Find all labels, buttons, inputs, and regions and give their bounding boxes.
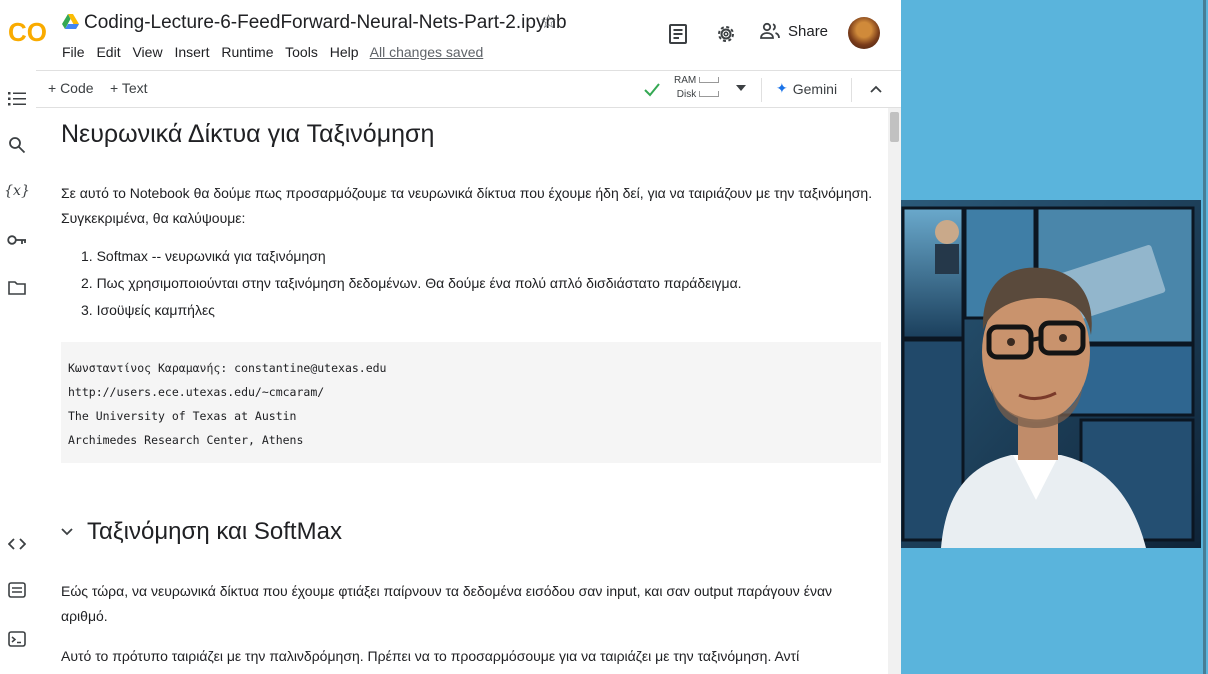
ram-label: RAM — [674, 75, 697, 86]
code-line: The University of Texas at Austin — [68, 409, 297, 423]
notebook-content[interactable]: Νευρωνικά Δίκτυα για Ταξινόμηση Σε αυτό … — [36, 108, 888, 674]
section-heading[interactable]: Ταξινόμηση και SoftMax — [61, 518, 342, 546]
toolbar-divider — [851, 78, 852, 102]
left-sidebar: {x} — [0, 70, 36, 674]
menu-view[interactable]: View — [132, 44, 162, 60]
terminal-icon[interactable] — [6, 628, 28, 650]
presenter-video — [901, 200, 1201, 548]
disk-label: Disk — [676, 89, 697, 100]
section-title: Ταξινόμηση και SoftMax — [87, 518, 342, 545]
chevron-up-icon[interactable] — [869, 84, 883, 94]
sparkle-icon: ✦ — [776, 80, 788, 96]
save-status-link[interactable]: All changes saved — [370, 44, 484, 60]
gemini-label: Gemini — [792, 80, 838, 97]
intro-paragraph: Σε αυτό το Notebook θα δούμε πως προσαρμ… — [61, 185, 873, 226]
add-text-button[interactable]: + Text — [110, 80, 148, 96]
chevron-down-icon[interactable] — [61, 528, 73, 536]
command-palette-icon[interactable] — [6, 579, 28, 601]
menu-tools[interactable]: Tools — [285, 44, 318, 60]
scrollbar-thumb[interactable] — [890, 112, 899, 142]
add-code-button[interactable]: + Code — [48, 80, 94, 96]
vertical-scrollbar[interactable] — [888, 108, 901, 674]
share-label: Share — [788, 22, 829, 40]
variables-icon[interactable]: {x} — [4, 180, 30, 202]
star-icon[interactable]: ☆ — [540, 11, 557, 34]
key-icon[interactable] — [6, 229, 28, 251]
menu-insert[interactable]: Insert — [174, 44, 209, 60]
notebook-title[interactable]: Coding-Lecture-6-FeedForward-Neural-Nets… — [84, 12, 567, 34]
toolbar-divider — [761, 78, 762, 102]
code-snippets-icon[interactable] — [6, 533, 28, 555]
menu-bar: File Edit View Insert Runtime Tools Help… — [62, 44, 491, 60]
logo-text: CO — [8, 17, 47, 47]
search-icon[interactable] — [6, 134, 28, 156]
section-paragraph: Αυτό το πρότυπο ταιριάζει με την παλινδρ… — [61, 648, 800, 664]
menu-help[interactable]: Help — [330, 44, 359, 60]
code-line: Κωνσταντίνος Καραμανής: constantine@utex… — [68, 361, 387, 375]
comments-icon[interactable] — [666, 22, 690, 46]
share-button[interactable]: Share — [760, 22, 828, 40]
top-bar: CO Coding-Lecture-6-FeedForward-Neural-N… — [0, 0, 901, 70]
settings-gear-icon[interactable] — [714, 22, 738, 46]
runtime-dropdown-icon[interactable] — [736, 85, 746, 91]
list-item: 1. Softmax -- νευρωνικά για ταξινόμηση — [81, 248, 326, 264]
code-line: Archimedes Research Center, Athens — [68, 433, 304, 447]
right-frame-edge — [1203, 0, 1206, 674]
topics-list: 1. Softmax -- νευρωνικά για ταξινόμηση 2… — [81, 243, 742, 324]
colab-logo[interactable]: CO — [8, 17, 48, 47]
gemini-button[interactable]: ✦ Gemini — [776, 80, 837, 97]
folder-icon[interactable] — [6, 276, 28, 298]
presenter-video-image — [901, 200, 1201, 548]
disk-bar — [699, 91, 720, 98]
list-item: 3. Ισοϋψείς καμπήλες — [81, 302, 215, 318]
resource-monitor[interactable]: RAM Disk — [674, 74, 720, 102]
code-line: http://users.ece.utexas.edu/~cmcaram/ — [68, 385, 325, 399]
section-paragraph: Εώς τώρα, να νευρωνικά δίκτυα που έχουμε… — [61, 583, 833, 624]
people-icon — [760, 22, 780, 39]
google-drive-icon[interactable] — [62, 14, 79, 29]
notebook-heading: Νευρωνικά Δίκτυα για Ταξινόμηση — [61, 120, 435, 148]
author-code-block[interactable]: Κωνσταντίνος Καραμανής: constantine@utex… — [61, 342, 881, 463]
cell-toolbar: + Code + Text RAM Disk ✦ Gemini — [36, 70, 901, 108]
avatar[interactable] — [848, 17, 880, 49]
menu-file[interactable]: File — [62, 44, 85, 60]
toc-icon[interactable] — [6, 88, 28, 110]
menu-edit[interactable]: Edit — [96, 44, 120, 60]
ram-bar — [699, 77, 720, 84]
connected-check-icon[interactable] — [642, 79, 662, 99]
colab-window: CO Coding-Lecture-6-FeedForward-Neural-N… — [0, 0, 901, 674]
menu-runtime[interactable]: Runtime — [221, 44, 273, 60]
list-item: 2. Πως χρησιμοποιούνται στην ταξινόμηση … — [81, 275, 742, 291]
